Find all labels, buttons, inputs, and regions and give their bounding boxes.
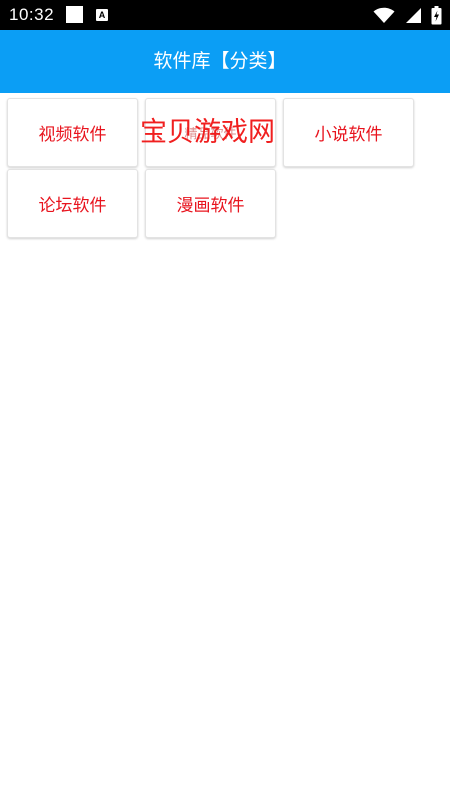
category-premium-software[interactable]: 精品软件 — [145, 98, 276, 167]
app-bar: 软件库【分类】 — [0, 30, 450, 93]
notification-a-icon: A — [96, 9, 108, 21]
category-label: 视频软件 — [38, 125, 107, 145]
status-time: 10:32 — [9, 5, 55, 24]
category-video-software[interactable]: 视频软件 — [7, 98, 138, 167]
page-title: 软件库【分类】 — [153, 50, 287, 72]
category-comic-software[interactable]: 漫画软件 — [145, 169, 276, 238]
category-label: 小说软件 — [314, 125, 383, 145]
status-bar: 10:32 A — [0, 0, 450, 30]
battery-charging-icon — [431, 5, 442, 24]
category-label: 漫画软件 — [176, 196, 245, 216]
notification-square-icon — [66, 6, 83, 23]
status-icons — [373, 5, 442, 25]
signal-icon — [406, 7, 421, 23]
category-label: 精品软件 — [184, 127, 237, 142]
category-forum-software[interactable]: 论坛软件 — [7, 169, 138, 238]
category-label: 论坛软件 — [38, 196, 107, 216]
category-novel-software[interactable]: 小说软件 — [283, 98, 414, 167]
wifi-icon — [373, 7, 395, 23]
